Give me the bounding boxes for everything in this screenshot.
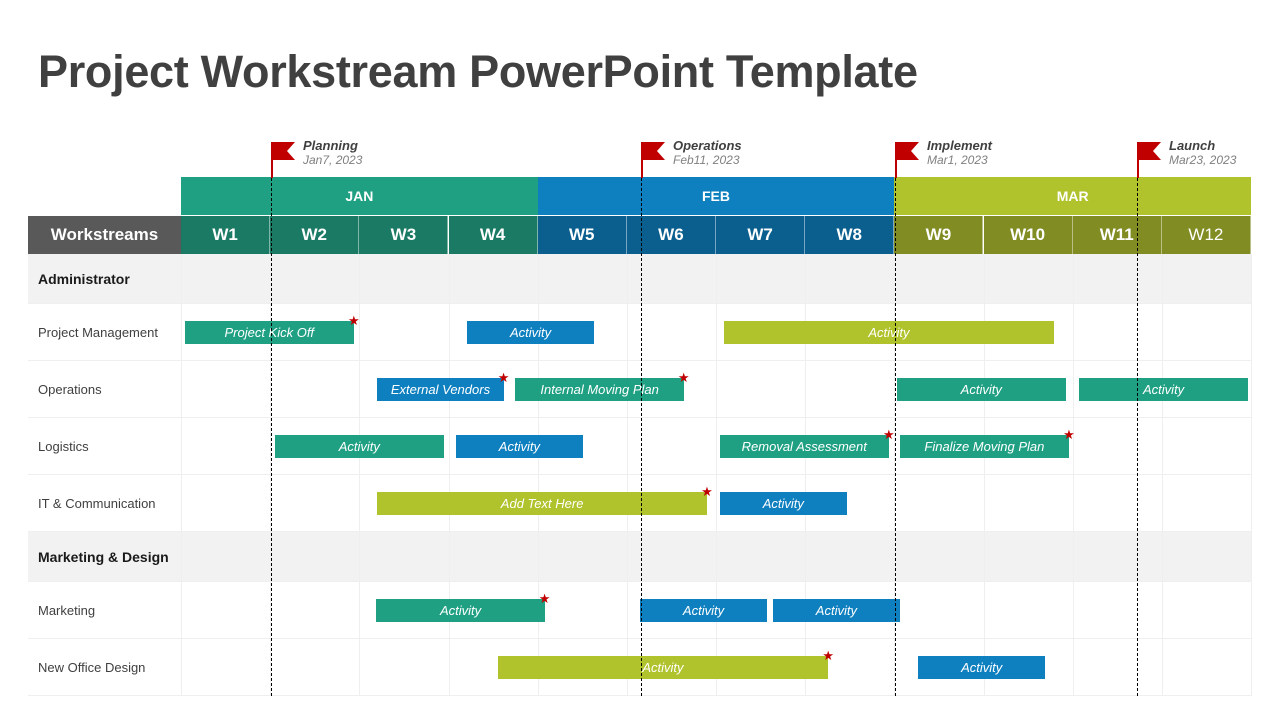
flag-pole <box>1137 142 1139 178</box>
task-bar[interactable]: Activity <box>773 598 900 622</box>
task-label: Activity <box>961 659 1003 675</box>
flag-icon <box>895 142 919 160</box>
week-header-w9: W9 <box>894 216 984 254</box>
grid-line <box>448 254 450 696</box>
task-label: Activity <box>509 324 552 340</box>
task-bar[interactable]: Activity <box>719 491 848 515</box>
milestone-line <box>1137 143 1138 696</box>
group-label: Administrator <box>38 271 130 287</box>
star-icon: ★ <box>347 312 360 328</box>
milestone-name: Implement <box>927 138 993 153</box>
task-label: Project Kick Off <box>224 324 315 340</box>
workstream-label: New Office Design <box>38 659 146 675</box>
task-label: Activity <box>815 602 857 618</box>
flag-icon <box>1137 142 1161 160</box>
task-bar[interactable]: Activity <box>497 655 829 679</box>
star-icon: ★ <box>882 426 895 442</box>
workstreams-header: Workstreams <box>28 216 181 254</box>
week-header-w11: W11 <box>1072 216 1162 254</box>
star-icon: ★ <box>538 590 551 606</box>
task-label: Activity <box>960 381 1002 397</box>
task-bar[interactable]: Activity <box>1078 377 1249 401</box>
workstream-label: Operations <box>38 381 102 397</box>
task-label: Activity <box>642 659 684 675</box>
task-label: Activity <box>1143 381 1185 397</box>
task-label: Activity <box>338 438 380 454</box>
task-label: Activity <box>439 602 482 618</box>
task-label: Activity <box>762 495 804 511</box>
task-bar[interactable]: Activity <box>918 655 1046 679</box>
task-bar[interactable]: Removal Assessment <box>719 434 889 458</box>
task-label: Activity <box>868 324 910 340</box>
milestone-line <box>271 143 272 696</box>
grid-line <box>716 254 717 696</box>
milestone-date: Mar1, 2023 <box>927 153 988 167</box>
task-label: Add Text Here <box>500 495 584 511</box>
workstream-label: Logistics <box>38 438 89 454</box>
milestone-date: Jan7, 2023 <box>303 153 363 167</box>
flag-pole <box>641 142 643 178</box>
week-header-w3: W3 <box>359 216 449 254</box>
task-bar[interactable]: Activity <box>640 598 767 622</box>
week-header-w8: W8 <box>805 216 895 254</box>
workstream-label: Project Management <box>38 324 158 340</box>
week-header-w12: W12 <box>1161 216 1251 254</box>
milestone-line <box>895 143 896 696</box>
week-header-w5: W5 <box>537 216 627 254</box>
star-icon: ★ <box>822 647 834 663</box>
task-bar[interactable]: Project Kick Off <box>184 320 354 344</box>
gantt-chart: Workstreams Administrator Project Managem… <box>0 0 1280 720</box>
task-bar[interactable]: Internal Moving Plan <box>515 377 684 401</box>
grid-line <box>1161 254 1163 696</box>
flag-icon <box>641 142 665 160</box>
task-bar[interactable]: Activity <box>897 377 1066 401</box>
grid-line <box>626 254 628 696</box>
task-label: Finalize Moving Plan <box>924 438 1045 454</box>
task-label: Removal Assessment <box>741 438 867 454</box>
group-row: Administrator <box>28 254 1251 304</box>
grid-line <box>1072 254 1074 696</box>
task-label: Activity <box>498 438 540 454</box>
task-bar[interactable]: Finalize Moving Plan <box>899 434 1070 458</box>
task-bar[interactable]: Activity <box>376 598 545 622</box>
month-header-feb: FEB <box>537 177 895 215</box>
milestone-name: Operations <box>673 138 742 153</box>
week-header-w2: W2 <box>270 216 360 254</box>
task-label: Activity <box>682 602 725 618</box>
week-header-w4: W4 <box>448 216 538 254</box>
milestone-name: Launch <box>1169 138 1216 153</box>
flag-icon <box>271 142 295 160</box>
month-header-jan: JAN <box>181 177 538 215</box>
grid-line <box>181 254 182 696</box>
task-bar[interactable]: Add Text Here <box>377 491 708 515</box>
milestone-date: Feb11, 2023 <box>673 153 740 167</box>
milestone-date: Mar23, 2023 <box>1169 153 1237 167</box>
month-header-mar: MAR <box>894 177 1251 215</box>
workstream-label: IT & Communication <box>38 495 156 511</box>
task-bar[interactable]: Activity <box>467 320 594 344</box>
task-label: External Vendors <box>390 381 491 397</box>
milestone-name: Planning <box>303 138 358 153</box>
star-icon: ★ <box>701 483 713 499</box>
flag-pole <box>271 142 273 178</box>
task-bar[interactable]: Activity <box>274 434 445 458</box>
task-bar[interactable]: External Vendors <box>377 377 504 401</box>
task-bar[interactable]: Activity <box>724 320 1054 344</box>
week-header-w7: W7 <box>716 216 806 254</box>
grid-line <box>1251 254 1252 696</box>
star-icon: ★ <box>497 369 510 385</box>
star-icon: ★ <box>677 369 690 385</box>
flag-pole <box>895 142 897 178</box>
week-header-w1: W1 <box>181 216 271 254</box>
week-header-w10: W10 <box>983 216 1073 254</box>
group-label: Marketing & Design <box>38 549 169 565</box>
workstream-label: Marketing <box>38 602 96 618</box>
star-icon: ★ <box>1063 426 1075 442</box>
task-bar[interactable]: Activity <box>455 434 584 458</box>
milestone-line <box>641 143 642 696</box>
group-row: Marketing & Design <box>28 532 1251 582</box>
